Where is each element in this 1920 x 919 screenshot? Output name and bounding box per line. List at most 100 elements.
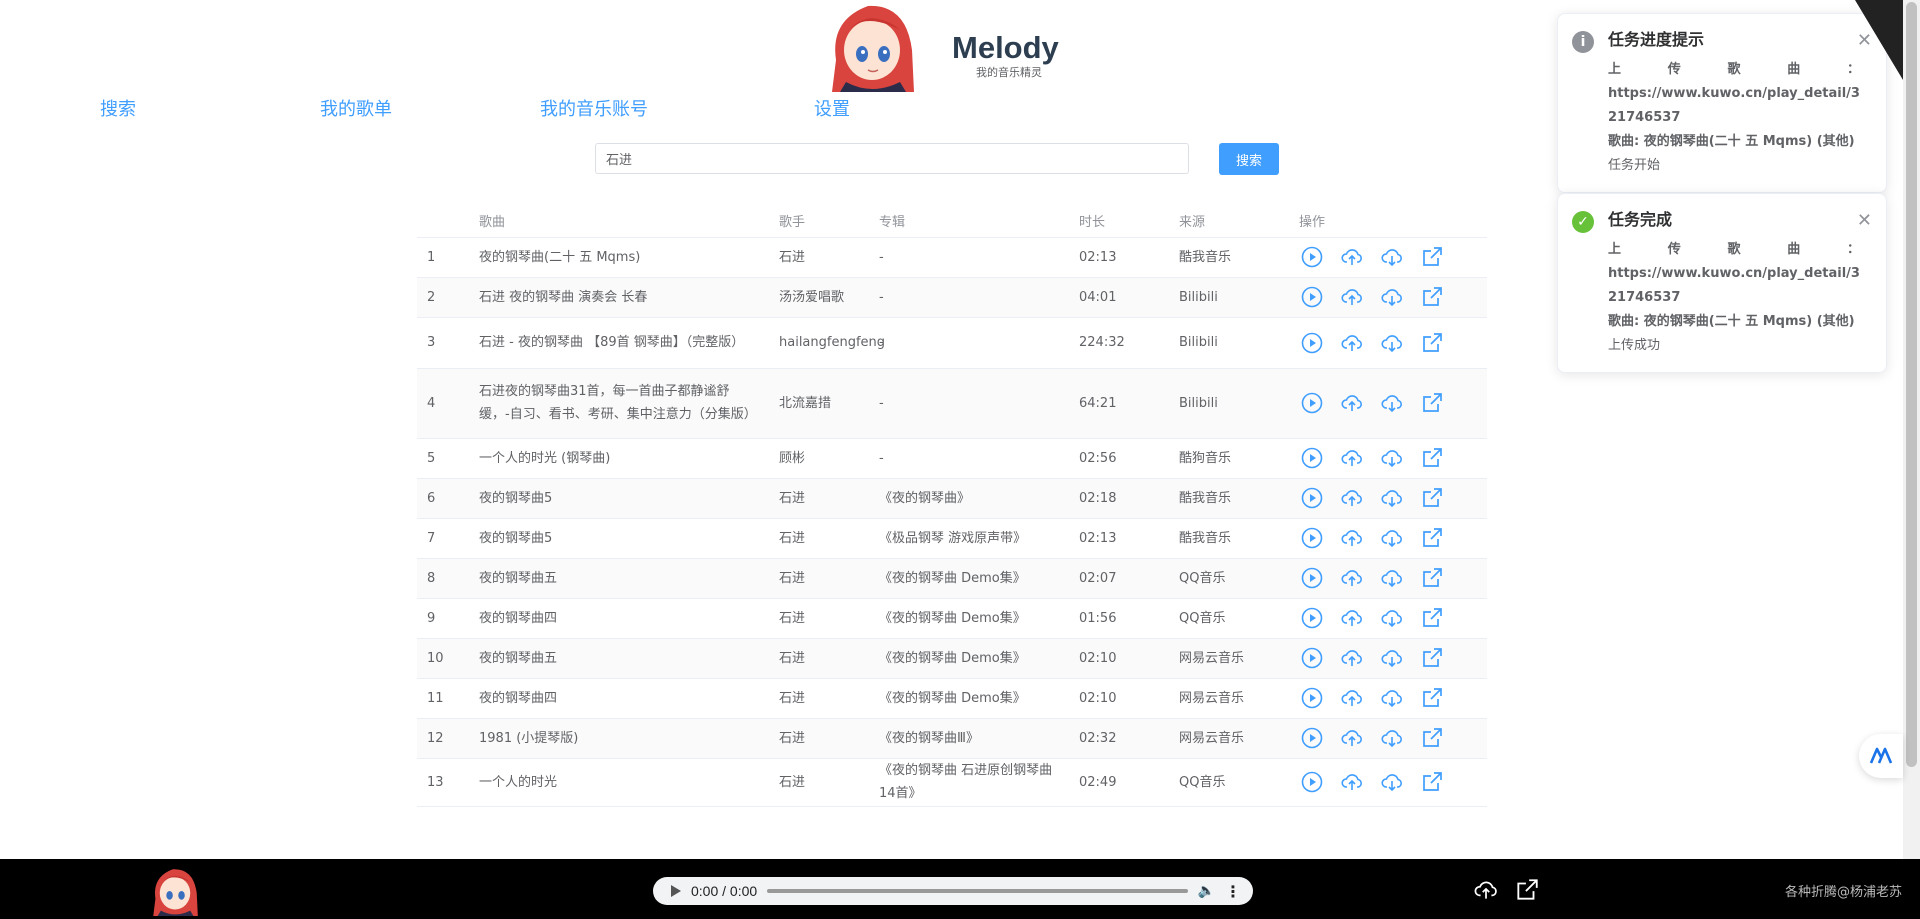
close-icon[interactable]: ✕: [1857, 210, 1872, 231]
play-icon[interactable]: [1299, 645, 1325, 671]
cloud-download-icon[interactable]: [1379, 390, 1405, 416]
volume-icon[interactable]: 🔈: [1198, 883, 1215, 899]
play-icon[interactable]: [1299, 244, 1325, 270]
row-album: 《夜的钢琴曲 Demo集》: [869, 678, 1069, 719]
external-link-icon[interactable]: [1419, 769, 1445, 795]
external-link-icon[interactable]: [1419, 330, 1445, 356]
play-icon[interactable]: [1299, 605, 1325, 631]
external-link-icon[interactable]: [1514, 877, 1540, 903]
cloud-download-icon[interactable]: [1379, 244, 1405, 270]
cloud-download-icon[interactable]: [1379, 605, 1405, 631]
external-link-icon[interactable]: [1419, 565, 1445, 591]
table-row: 9 夜的钢琴曲四 石进 《夜的钢琴曲 Demo集》 01:56 QQ音乐: [417, 598, 1487, 639]
table-header: 歌曲 歌手 专辑 时长 来源 操作: [417, 204, 1487, 238]
cloud-upload-icon[interactable]: [1339, 565, 1365, 591]
play-icon[interactable]: [1299, 769, 1325, 795]
cloud-upload-icon[interactable]: [1473, 877, 1499, 903]
cloud-upload-icon[interactable]: [1339, 445, 1365, 471]
scrollbar-thumb[interactable]: [1906, 2, 1917, 767]
play-icon[interactable]: [1299, 525, 1325, 551]
cloud-upload-icon[interactable]: [1339, 485, 1365, 511]
cloud-download-icon[interactable]: [1379, 685, 1405, 711]
external-link-icon[interactable]: [1419, 390, 1445, 416]
row-artist: 北流嘉措: [769, 368, 869, 439]
external-link-icon[interactable]: [1419, 284, 1445, 310]
app-subtitle: 我的音乐精灵: [976, 66, 1042, 79]
audio-progress[interactable]: [767, 889, 1188, 893]
external-link-icon[interactable]: [1419, 645, 1445, 671]
cloud-upload-icon[interactable]: [1339, 390, 1365, 416]
nav-search[interactable]: 搜索: [100, 95, 136, 121]
row-album: -: [869, 277, 1069, 318]
more-options-icon[interactable]: ⋮: [1225, 882, 1241, 901]
row-actions: [1289, 277, 1487, 318]
cloud-upload-icon[interactable]: [1339, 769, 1365, 795]
play-icon[interactable]: [1299, 565, 1325, 591]
notification-title: 任务完成: [1608, 210, 1673, 229]
row-duration: 02:56: [1069, 438, 1169, 479]
nav-music-account[interactable]: 我的音乐账号: [540, 95, 648, 121]
table-row: 5 一个人的时光 (钢琴曲) 顾彬 - 02:56 酷狗音乐: [417, 438, 1487, 479]
play-icon[interactable]: [1299, 390, 1325, 416]
page-scrollbar[interactable]: [1903, 0, 1920, 859]
row-index: 12: [417, 718, 469, 759]
row-duration: 04:01: [1069, 277, 1169, 318]
play-icon[interactable]: [1299, 330, 1325, 356]
external-link-icon[interactable]: [1419, 725, 1445, 751]
cloud-upload-icon[interactable]: [1339, 284, 1365, 310]
search-button[interactable]: 搜索: [1219, 143, 1279, 175]
row-source: 网易云音乐: [1169, 638, 1289, 679]
notification-title: 任务进度提示: [1608, 30, 1705, 49]
play-icon[interactable]: [1299, 485, 1325, 511]
table-row: 8 夜的钢琴曲五 石进 《夜的钢琴曲 Demo集》 02:07 QQ音乐: [417, 558, 1487, 599]
cloud-upload-icon[interactable]: [1339, 605, 1365, 631]
row-song: 夜的钢琴曲四: [469, 678, 769, 719]
cloud-download-icon[interactable]: [1379, 645, 1405, 671]
row-album: 《极品钢琴 游戏原声带》: [869, 518, 1069, 559]
cloud-upload-icon[interactable]: [1339, 525, 1365, 551]
play-icon[interactable]: [671, 885, 681, 897]
cloud-download-icon[interactable]: [1379, 725, 1405, 751]
close-icon[interactable]: ✕: [1857, 30, 1872, 51]
play-icon[interactable]: [1299, 725, 1325, 751]
cloud-upload-icon[interactable]: [1339, 645, 1365, 671]
search-input[interactable]: [595, 143, 1189, 174]
table-row: 1 夜的钢琴曲(二十 五 Mqms) 石进 - 02:13 酷我音乐: [417, 237, 1487, 278]
cloud-upload-icon[interactable]: [1339, 330, 1365, 356]
player-avatar: [153, 869, 198, 916]
row-actions: [1289, 237, 1487, 278]
play-icon[interactable]: [1299, 284, 1325, 310]
cloud-download-icon[interactable]: [1379, 284, 1405, 310]
play-icon[interactable]: [1299, 445, 1325, 471]
play-icon[interactable]: [1299, 685, 1325, 711]
nav-settings[interactable]: 设置: [814, 95, 850, 121]
row-index: 1: [417, 237, 469, 278]
row-artist: 石进: [769, 678, 869, 719]
cloud-download-icon[interactable]: [1379, 525, 1405, 551]
row-actions: [1289, 368, 1487, 439]
cloud-download-icon[interactable]: [1379, 445, 1405, 471]
cloud-upload-icon[interactable]: [1339, 244, 1365, 270]
cloud-download-icon[interactable]: [1379, 330, 1405, 356]
assistant-float-icon[interactable]: [1859, 734, 1903, 778]
external-link-icon[interactable]: [1419, 244, 1445, 270]
row-duration: 01:56: [1069, 598, 1169, 639]
row-album: -: [869, 368, 1069, 439]
external-link-icon[interactable]: [1419, 685, 1445, 711]
cloud-upload-icon[interactable]: [1339, 685, 1365, 711]
nav-my-playlists[interactable]: 我的歌单: [320, 95, 392, 121]
external-link-icon[interactable]: [1419, 605, 1445, 631]
cloud-download-icon[interactable]: [1379, 485, 1405, 511]
external-link-icon[interactable]: [1419, 525, 1445, 551]
cloud-download-icon[interactable]: [1379, 565, 1405, 591]
row-index: 7: [417, 518, 469, 559]
row-artist: 石进: [769, 237, 869, 278]
row-song: 一个人的时光: [469, 758, 769, 807]
external-link-icon[interactable]: [1419, 445, 1445, 471]
external-link-icon[interactable]: [1419, 485, 1445, 511]
cloud-upload-icon[interactable]: [1339, 725, 1365, 751]
row-duration: 02:10: [1069, 678, 1169, 719]
cloud-download-icon[interactable]: [1379, 769, 1405, 795]
notification-label-char: 歌: [1727, 62, 1741, 77]
row-actions: [1289, 518, 1487, 559]
